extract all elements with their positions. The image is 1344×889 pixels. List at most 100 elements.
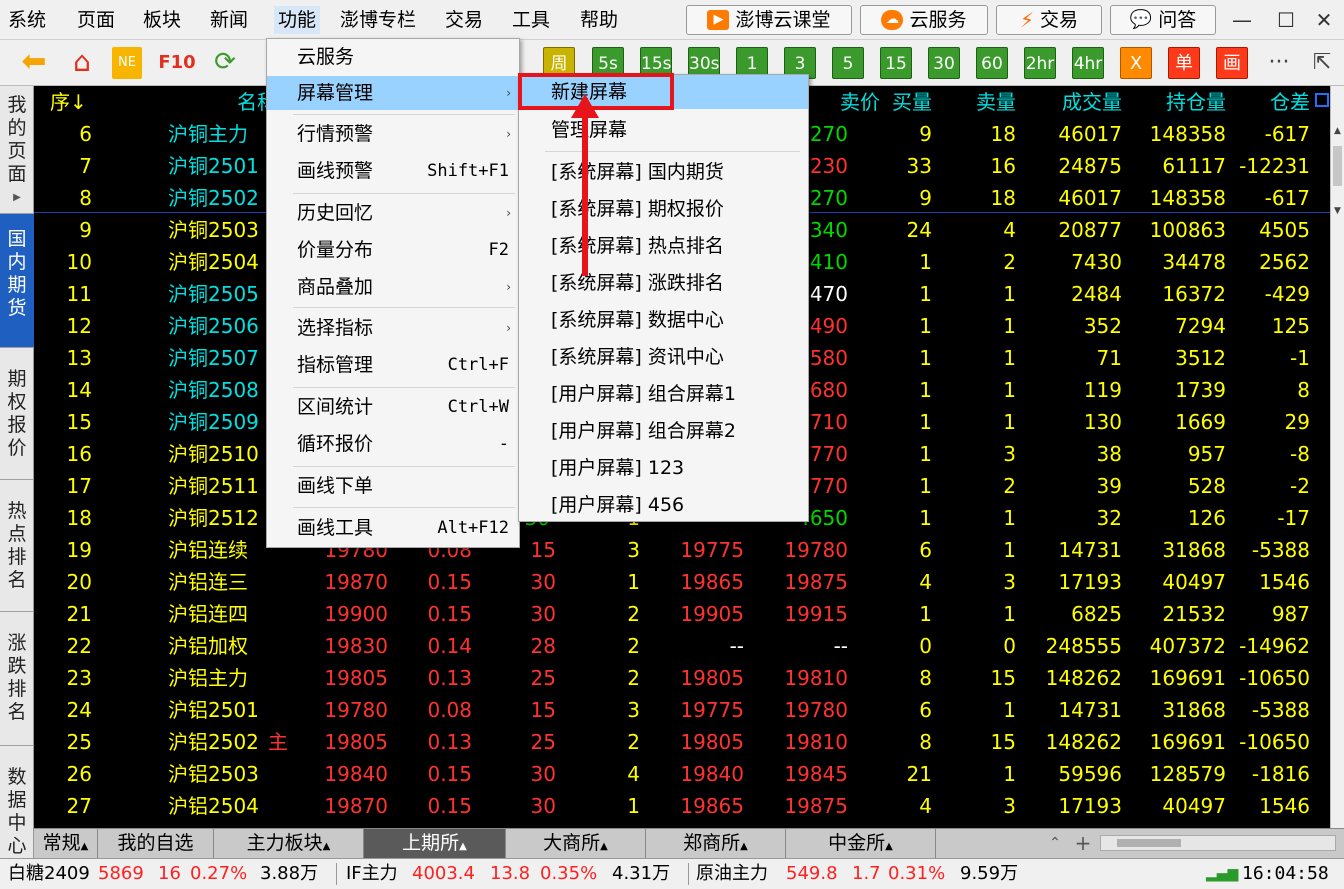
row-open-interest: 1669 (1175, 410, 1226, 434)
add-tab-icon[interactable]: + (1070, 829, 1096, 858)
menu-tools[interactable]: 工具 (512, 6, 550, 34)
function-menu-item[interactable]: 价量分布 F2 (267, 233, 519, 267)
side-tab-data-center[interactable]: 数据中心 (0, 746, 34, 859)
screen-menu-item[interactable]: [系统屏幕] 国内期货 (519, 155, 808, 189)
f10-icon[interactable]: F10 (156, 47, 198, 79)
tab-dce[interactable]: 大商所▲ (506, 829, 646, 858)
order-button[interactable]: 单 (1168, 47, 1200, 79)
function-menu-item[interactable]: 循环报价 - (267, 427, 519, 461)
scroll-down-icon[interactable]: ▼ (1331, 206, 1344, 216)
table-row[interactable]: 24 沪铝2501 19780 0.08 15 3 19775 19780 6 1 14731 318… (34, 694, 1330, 726)
trade-button[interactable]: ⚡ 交易 (996, 5, 1102, 35)
function-menu-item[interactable]: 云服务 (267, 40, 519, 74)
side-tab-my-page[interactable]: 我的页面 ▶ (0, 86, 34, 214)
row-open-interest: 40497 (1162, 570, 1226, 594)
period-60m-button[interactable]: 60 (976, 47, 1008, 79)
period-15m-button[interactable]: 15 (880, 47, 912, 79)
function-menu-item[interactable]: 屏幕管理 › (267, 76, 519, 110)
function-menu-item[interactable]: 画线预警 Shift+F1 (267, 154, 519, 188)
table-row[interactable]: 26 沪铝2503 19840 0.15 30 4 19840 19845 21 1 59596 12… (34, 758, 1330, 790)
x-tool-button[interactable]: X (1120, 47, 1152, 79)
tab-czce[interactable]: 郑商所▲ (646, 829, 786, 858)
screen-menu-item[interactable]: [系统屏幕] 涨跌排名 (519, 266, 808, 300)
refresh-icon[interactable]: ⟳ (208, 47, 242, 79)
menu-sector[interactable]: 板块 (143, 6, 181, 34)
menu-page[interactable]: 页面 (77, 6, 115, 34)
scroll-tabs-icon[interactable]: ⌃ (1040, 829, 1070, 858)
side-tab-options-quote[interactable]: 期权报价 (0, 348, 34, 480)
period-30m-button[interactable]: 30 (928, 47, 960, 79)
table-row[interactable]: 23 沪铝主力 19805 0.13 25 2 19805 19810 8 15 148262 169… (34, 662, 1330, 694)
menu-trade[interactable]: 交易 (445, 6, 483, 34)
pin-icon[interactable]: ⇱ (1306, 47, 1338, 79)
horizontal-scrollbar[interactable] (1100, 835, 1336, 851)
screen-menu-item[interactable]: [系统屏幕] 热点排名 (519, 229, 808, 263)
horizontal-scroll-thumb[interactable] (1117, 839, 1181, 847)
screen-menu-item[interactable]: [用户屏幕] 456 (519, 488, 808, 522)
menu-divider (293, 193, 515, 194)
function-menu-item[interactable]: 历史回忆 › (267, 196, 519, 230)
column-settings-icon[interactable] (1315, 93, 1329, 107)
period-5m-button[interactable]: 5 (832, 47, 864, 79)
home-icon[interactable]: ⌂ (64, 47, 100, 79)
header-seq[interactable]: 序↓ (50, 86, 87, 118)
status-quote-1-name[interactable]: 白糖2409 (8, 859, 90, 889)
close-button[interactable]: ✕ (1306, 5, 1342, 35)
screen-menu-item[interactable]: [用户屏幕] 组合屏幕2 (519, 414, 808, 448)
screen-menu-item[interactable]: [系统屏幕] 资讯中心 (519, 340, 808, 374)
table-row[interactable]: 22 沪铝加权 19830 0.14 28 2 -- -- 0 0 248555 407372 -149… (34, 630, 1330, 662)
table-row[interactable]: 25 沪铝2502 主 19805 0.13 25 2 19805 19810 8 15 148262… (34, 726, 1330, 758)
scroll-thumb[interactable] (1333, 146, 1342, 186)
screen-menu-item[interactable]: 管理屏幕 (519, 113, 808, 147)
period-4hr-button[interactable]: 4hr (1072, 47, 1104, 79)
function-menu-item[interactable]: 商品叠加 › (267, 270, 519, 304)
header-bid-volume[interactable]: 买量 (860, 86, 932, 118)
cloud-service-button[interactable]: ☁ 云服务 (860, 5, 988, 35)
tab-general[interactable]: 常规▲ (34, 829, 98, 858)
screen-menu-item[interactable]: [用户屏幕] 组合屏幕1 (519, 377, 808, 411)
header-ask-volume[interactable]: 卖量 (944, 86, 1016, 118)
header-open-interest[interactable]: 持仓量 (1134, 86, 1226, 118)
minimize-button[interactable]: — (1224, 5, 1260, 35)
function-menu-item[interactable]: 行情预警 › (267, 117, 519, 151)
period-2hr-button[interactable]: 2hr (1024, 47, 1056, 79)
draw-button[interactable]: 画 (1216, 47, 1248, 79)
menu-help[interactable]: 帮助 (580, 6, 618, 34)
screen-menu-item[interactable]: [系统屏幕] 期权报价 (519, 192, 808, 226)
status-quote-3-name[interactable]: 原油主力 (696, 859, 768, 889)
header-volume[interactable]: 成交量 (1034, 86, 1122, 118)
classroom-button[interactable]: ▶ 澎博云课堂 (686, 5, 852, 35)
qa-button[interactable]: 💬 问答 (1110, 5, 1216, 35)
table-row[interactable]: 21 沪铝连四 19900 0.15 30 2 19905 19915 1 1 6825 21532 9… (34, 598, 1330, 630)
table-row[interactable]: 20 沪铝连三 19870 0.15 30 1 19865 19875 4 3 17193 40497… (34, 566, 1330, 598)
function-menu-item[interactable]: 画线下单 (267, 469, 519, 503)
tab-shfe[interactable]: 上期所▲ (364, 829, 506, 858)
function-menu-item[interactable]: 指标管理 Ctrl+F (267, 348, 519, 382)
scroll-up-icon[interactable]: ▲ (1331, 126, 1344, 136)
side-tab-hot-ranking[interactable]: 热点排名 (0, 480, 34, 612)
back-arrow-icon[interactable]: ⬅ (16, 47, 52, 79)
side-tab-domestic-futures[interactable]: 国内期货 (0, 214, 34, 348)
more-icon[interactable]: ··· (1262, 47, 1296, 79)
menu-function[interactable]: 功能 (274, 6, 321, 34)
function-menu-item[interactable]: 选择指标 › (267, 311, 519, 345)
menu-news[interactable]: 新闻 (210, 6, 248, 34)
maximize-button[interactable]: ☐ (1268, 5, 1304, 35)
table-row[interactable]: 27 沪铝2504 19870 0.15 30 1 19865 19875 4 3 17193 404… (34, 790, 1330, 822)
table-row[interactable]: 19 沪铝连续 19780 0.08 15 3 19775 19780 6 1 14731 31868… (34, 534, 1330, 566)
screen-menu-item[interactable]: [系统屏幕] 数据中心 (519, 303, 808, 337)
function-menu-item[interactable]: 画线工具 Alt+F12 (267, 511, 519, 545)
screen-menu-item[interactable]: [用户屏幕] 123 (519, 451, 808, 485)
function-menu-item-shortcut: F2 (488, 240, 509, 260)
vertical-scrollbar[interactable]: ▲ ▼ (1330, 86, 1344, 828)
menu-pengbo-column[interactable]: 澎博专栏 (340, 6, 416, 34)
header-oi-change[interactable]: 仓差 (1234, 86, 1310, 118)
tab-cffex[interactable]: 中金所▲ (786, 829, 936, 858)
status-quote-2-name[interactable]: IF主力 (346, 859, 398, 889)
note-icon[interactable]: NE (112, 47, 142, 79)
tab-my-watchlist[interactable]: 我的自选 (98, 829, 214, 858)
function-menu-item[interactable]: 区间统计 Ctrl+W (267, 390, 519, 424)
side-tab-change-ranking[interactable]: 涨跌排名 (0, 612, 34, 746)
tab-main-sector[interactable]: 主力板块▲ (214, 829, 364, 858)
menu-system[interactable]: 系统 (8, 6, 46, 34)
